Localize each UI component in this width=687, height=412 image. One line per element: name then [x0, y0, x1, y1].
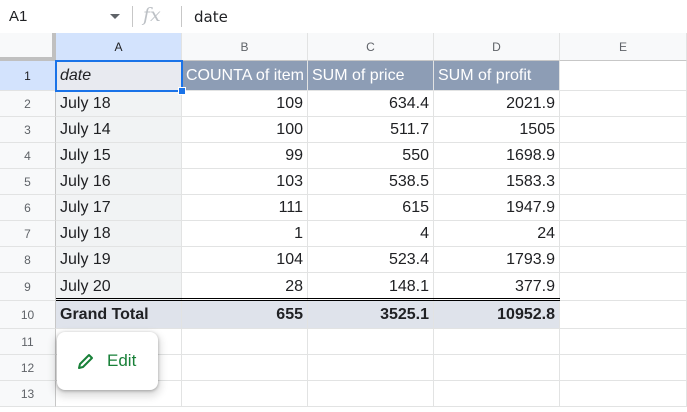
- row-header-4[interactable]: 4: [0, 143, 56, 169]
- column-header-a[interactable]: A: [56, 33, 182, 61]
- pivot-value-cell[interactable]: 634.4: [308, 91, 434, 117]
- cell[interactable]: [182, 355, 308, 381]
- grand-total-divider: [56, 298, 560, 301]
- cell[interactable]: [182, 381, 308, 407]
- pivot-row-label[interactable]: July 17: [56, 195, 182, 221]
- cell[interactable]: [560, 169, 687, 195]
- formula-input[interactable]: date: [194, 8, 228, 26]
- pivot-value-cell[interactable]: 104: [182, 247, 308, 273]
- pivot-value-cell[interactable]: 100: [182, 117, 308, 143]
- pivot-value-cell[interactable]: 615: [308, 195, 434, 221]
- pivot-value-cell[interactable]: 111: [182, 195, 308, 221]
- cell[interactable]: [560, 221, 687, 247]
- pivot-row-label[interactable]: July 15: [56, 143, 182, 169]
- row-header-1[interactable]: 1: [0, 61, 56, 91]
- formula-bar: A1 fx date: [0, 0, 687, 34]
- column-header-c[interactable]: C: [308, 33, 434, 61]
- pivot-value-cell[interactable]: 1505: [434, 117, 560, 143]
- pivot-value-cell[interactable]: 523.4: [308, 247, 434, 273]
- row-header-13[interactable]: 13: [0, 381, 56, 407]
- cell[interactable]: [560, 355, 687, 381]
- cell[interactable]: [560, 91, 687, 117]
- row-header-9[interactable]: 9: [0, 273, 56, 301]
- pivot-row-label[interactable]: July 16: [56, 169, 182, 195]
- grand-total-value[interactable]: 655: [182, 301, 308, 329]
- cell[interactable]: [434, 355, 560, 381]
- pivot-header-cell[interactable]: COUNTA of item: [182, 61, 308, 91]
- name-box[interactable]: A1: [0, 0, 132, 33]
- edit-label: Edit: [107, 351, 137, 370]
- pivot-row-label[interactable]: July 18: [56, 91, 182, 117]
- column-header-d[interactable]: D: [434, 33, 560, 61]
- pivot-value-cell[interactable]: 103: [182, 169, 308, 195]
- cell-reference[interactable]: A1: [9, 8, 27, 25]
- cell[interactable]: [560, 273, 687, 301]
- pivot-value-cell[interactable]: 109: [182, 91, 308, 117]
- pivot-value-cell[interactable]: 550: [308, 143, 434, 169]
- cell[interactable]: [560, 381, 687, 407]
- grand-total-label[interactable]: Grand Total: [56, 301, 182, 329]
- pivot-value-cell[interactable]: 1: [182, 221, 308, 247]
- cell[interactable]: [308, 329, 434, 355]
- edit-pivot-button[interactable]: Edit: [57, 332, 158, 390]
- select-all-corner[interactable]: [0, 33, 56, 61]
- pivot-value-cell[interactable]: 99: [182, 143, 308, 169]
- cell[interactable]: [308, 381, 434, 407]
- row-header-10[interactable]: 10: [0, 301, 56, 329]
- cell[interactable]: [434, 381, 560, 407]
- pivot-value-cell[interactable]: 2021.9: [434, 91, 560, 117]
- cell[interactable]: [560, 143, 687, 169]
- pivot-value-cell[interactable]: 1698.9: [434, 143, 560, 169]
- column-header-e[interactable]: E: [560, 33, 687, 61]
- pivot-header-cell[interactable]: SUM of price: [308, 61, 434, 91]
- cell[interactable]: [560, 61, 687, 91]
- cell[interactable]: [434, 329, 560, 355]
- cell[interactable]: [560, 195, 687, 221]
- pivot-row-label[interactable]: July 19: [56, 247, 182, 273]
- column-header-b[interactable]: B: [182, 33, 308, 61]
- row-header-6[interactable]: 6: [0, 195, 56, 221]
- pivot-value-cell[interactable]: 377.9: [434, 273, 560, 301]
- grand-total-value[interactable]: 10952.8: [434, 301, 560, 329]
- cell[interactable]: [560, 117, 687, 143]
- row-header-12[interactable]: 12: [0, 355, 56, 381]
- divider: [132, 6, 133, 27]
- row-header-3[interactable]: 3: [0, 117, 56, 143]
- pivot-value-cell[interactable]: 4: [308, 221, 434, 247]
- chevron-down-icon[interactable]: [110, 14, 120, 19]
- divider: [181, 6, 182, 27]
- row-header-7[interactable]: 7: [0, 221, 56, 247]
- cell[interactable]: [182, 329, 308, 355]
- pivot-header-cell[interactable]: SUM of profit: [434, 61, 560, 91]
- pivot-value-cell[interactable]: 1583.3: [434, 169, 560, 195]
- pivot-row-label[interactable]: July 20: [56, 273, 182, 301]
- row-header-2[interactable]: 2: [0, 91, 56, 117]
- pivot-header-cell[interactable]: date: [56, 61, 182, 91]
- row-header-8[interactable]: 8: [0, 247, 56, 273]
- selection-fill-handle[interactable]: [178, 87, 186, 95]
- pivot-row-label[interactable]: July 14: [56, 117, 182, 143]
- pivot-value-cell[interactable]: 1793.9: [434, 247, 560, 273]
- pivot-value-cell[interactable]: 24: [434, 221, 560, 247]
- cell[interactable]: [308, 355, 434, 381]
- row-header-5[interactable]: 5: [0, 169, 56, 195]
- pivot-value-cell[interactable]: 28: [182, 273, 308, 301]
- pivot-value-cell[interactable]: 511.7: [308, 117, 434, 143]
- pivot-value-cell[interactable]: 148.1: [308, 273, 434, 301]
- fx-icon: fx: [143, 4, 161, 26]
- row-header-11[interactable]: 11: [0, 329, 56, 355]
- pivot-row-label[interactable]: July 18: [56, 221, 182, 247]
- pivot-value-cell[interactable]: 1947.9: [434, 195, 560, 221]
- cell[interactable]: [560, 329, 687, 355]
- cell[interactable]: [560, 301, 687, 329]
- pencil-icon: [77, 352, 95, 375]
- pivot-value-cell[interactable]: 538.5: [308, 169, 434, 195]
- cell[interactable]: [560, 247, 687, 273]
- grand-total-value[interactable]: 3525.1: [308, 301, 434, 329]
